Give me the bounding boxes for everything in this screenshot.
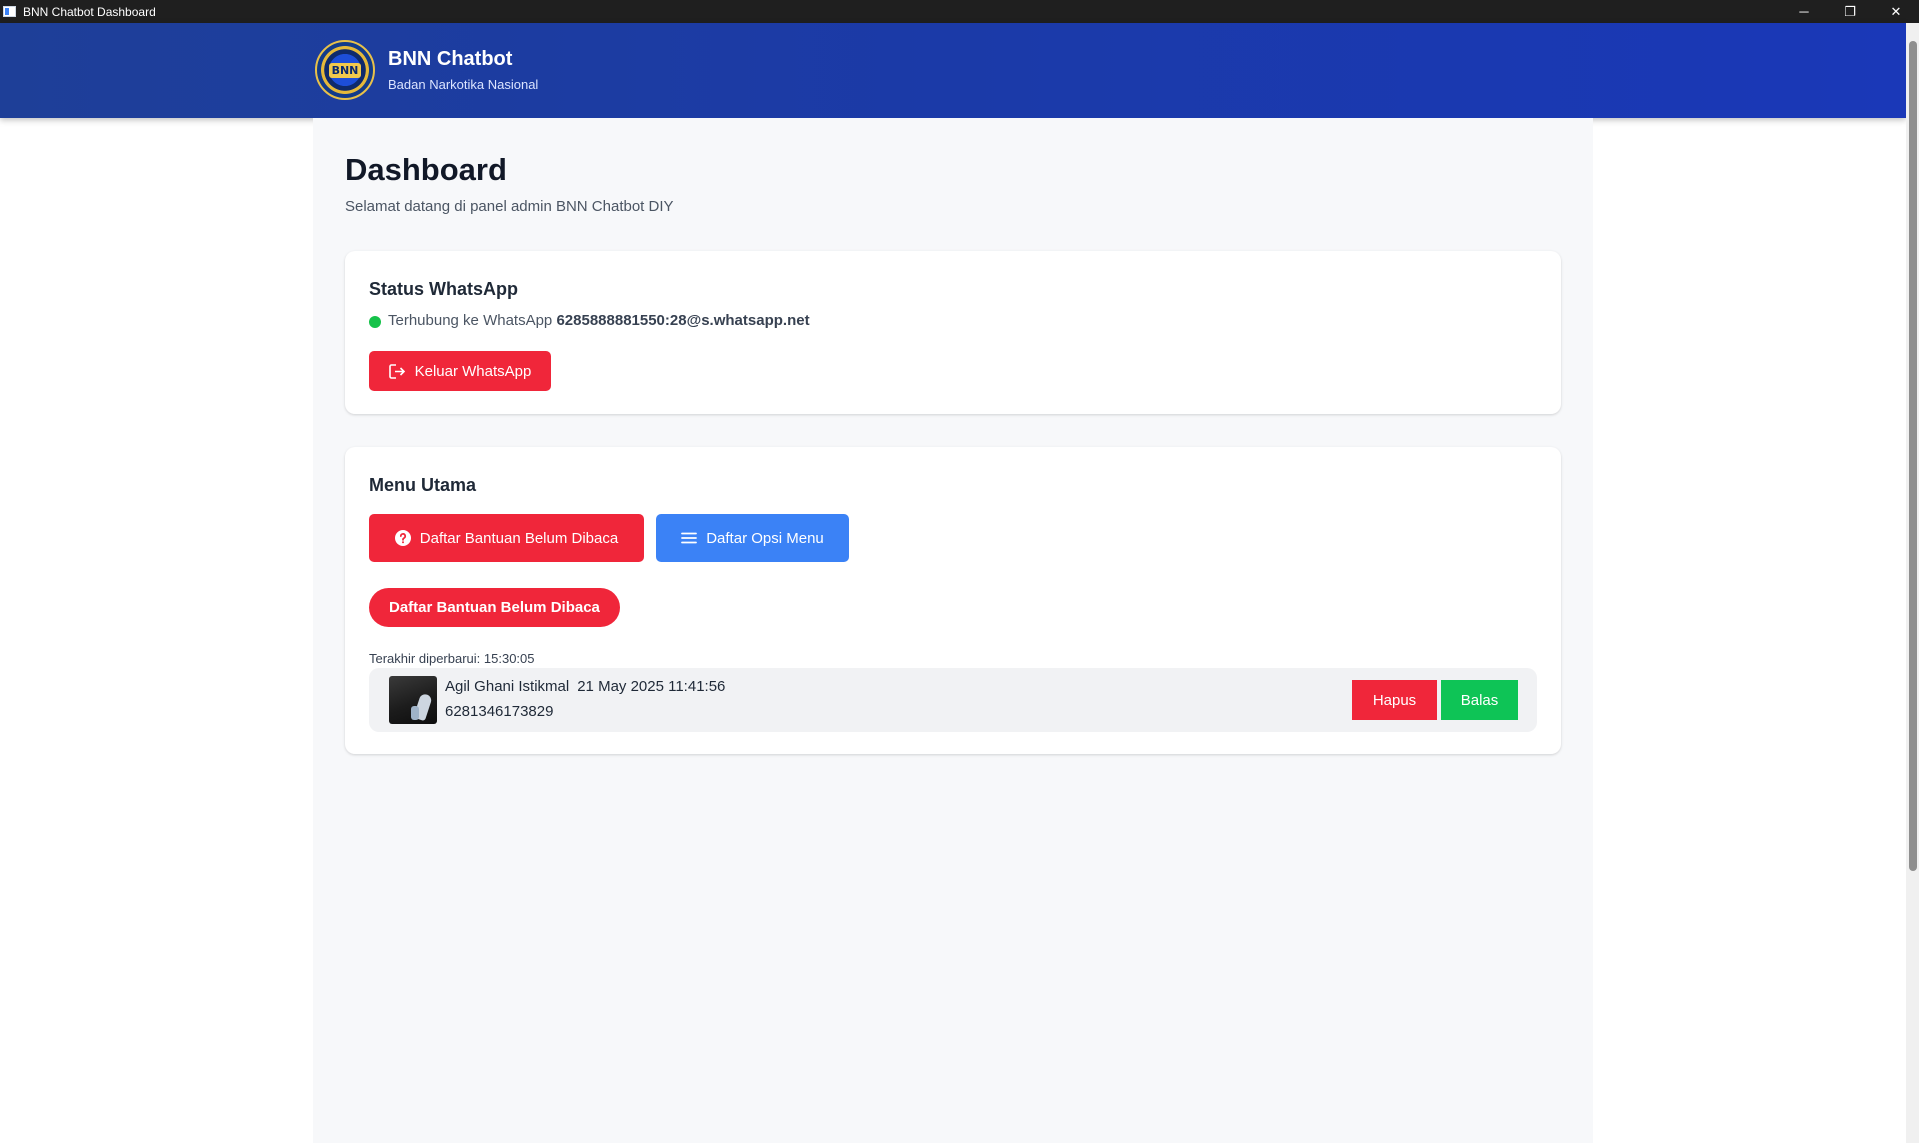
unread-help-list-label: Daftar Bantuan Belum Dibaca bbox=[419, 529, 619, 547]
connected-status-dot bbox=[369, 316, 381, 328]
app-icon bbox=[3, 6, 16, 17]
app-header: BNN BNN Chatbot Badan Narkotika Nasional bbox=[0, 23, 1906, 118]
page-subtitle: Selamat datang di panel admin BNN Chatbo… bbox=[345, 198, 674, 215]
reply-button[interactable]: Balas bbox=[1441, 680, 1518, 720]
menu-options-list-label: Daftar Opsi Menu bbox=[706, 529, 824, 547]
brand-title: BNN Chatbot bbox=[388, 48, 513, 70]
main-menu-card: Menu Utama Daftar Bantuan Belum Dibaca D… bbox=[345, 447, 1561, 754]
main-content: Dashboard Selamat datang di panel admin … bbox=[313, 118, 1593, 1143]
whatsapp-account: 6285888881550:28@s.whatsapp.net bbox=[556, 312, 810, 329]
message-date: 21 May 2025 11:41:56 bbox=[577, 678, 726, 695]
menu-lines-icon bbox=[681, 532, 698, 544]
brand-subtitle: Badan Narkotika Nasional bbox=[388, 77, 539, 92]
scrollbar-thumb[interactable] bbox=[1909, 41, 1917, 871]
whatsapp-status-title: Status WhatsApp bbox=[369, 279, 519, 299]
connection-status: Terhubung ke WhatsApp 6285888881550:28@s… bbox=[388, 312, 810, 329]
minimize-button[interactable]: ─ bbox=[1781, 0, 1827, 23]
connection-status-label: Terhubung ke WhatsApp bbox=[388, 312, 553, 329]
contact-phone: 6281346173829 bbox=[445, 703, 554, 720]
last-updated-text: Terakhir diperbarui: 15:30:05 bbox=[369, 651, 535, 666]
vertical-scrollbar[interactable] bbox=[1906, 23, 1919, 1143]
menu-options-list-button[interactable]: Daftar Opsi Menu bbox=[656, 514, 849, 562]
logo-text: BNN bbox=[328, 62, 362, 78]
bnn-logo: BNN bbox=[315, 40, 375, 100]
whatsapp-status-card: Status WhatsApp Terhubung ke WhatsApp 62… bbox=[345, 251, 1561, 414]
contact-avatar bbox=[389, 676, 437, 724]
page-title: Dashboard bbox=[345, 152, 507, 187]
close-button[interactable]: ✕ bbox=[1873, 0, 1919, 23]
logout-whatsapp-label: Keluar WhatsApp bbox=[414, 362, 532, 380]
contact-name: Agil Ghani Istikmal bbox=[445, 678, 570, 695]
unread-help-list-button[interactable]: Daftar Bantuan Belum Dibaca bbox=[369, 514, 644, 562]
logout-icon bbox=[388, 363, 405, 379]
unread-help-section-pill[interactable]: Daftar Bantuan Belum Dibaca bbox=[369, 588, 620, 627]
help-request-row: Agil Ghani Istikmal 21 May 2025 11:41:56 … bbox=[369, 668, 1537, 732]
question-circle-icon bbox=[394, 530, 411, 546]
window-controls: ─ ❐ ✕ bbox=[1781, 0, 1919, 23]
window-title: BNN Chatbot Dashboard bbox=[23, 4, 156, 19]
delete-button[interactable]: Hapus bbox=[1352, 680, 1437, 720]
window-titlebar: BNN Chatbot Dashboard ─ ❐ ✕ bbox=[0, 0, 1919, 23]
main-menu-title: Menu Utama bbox=[369, 475, 477, 495]
restore-button[interactable]: ❐ bbox=[1827, 0, 1873, 23]
logout-whatsapp-button[interactable]: Keluar WhatsApp bbox=[369, 351, 551, 391]
contact-name-line: Agil Ghani Istikmal 21 May 2025 11:41:56 bbox=[445, 678, 725, 695]
